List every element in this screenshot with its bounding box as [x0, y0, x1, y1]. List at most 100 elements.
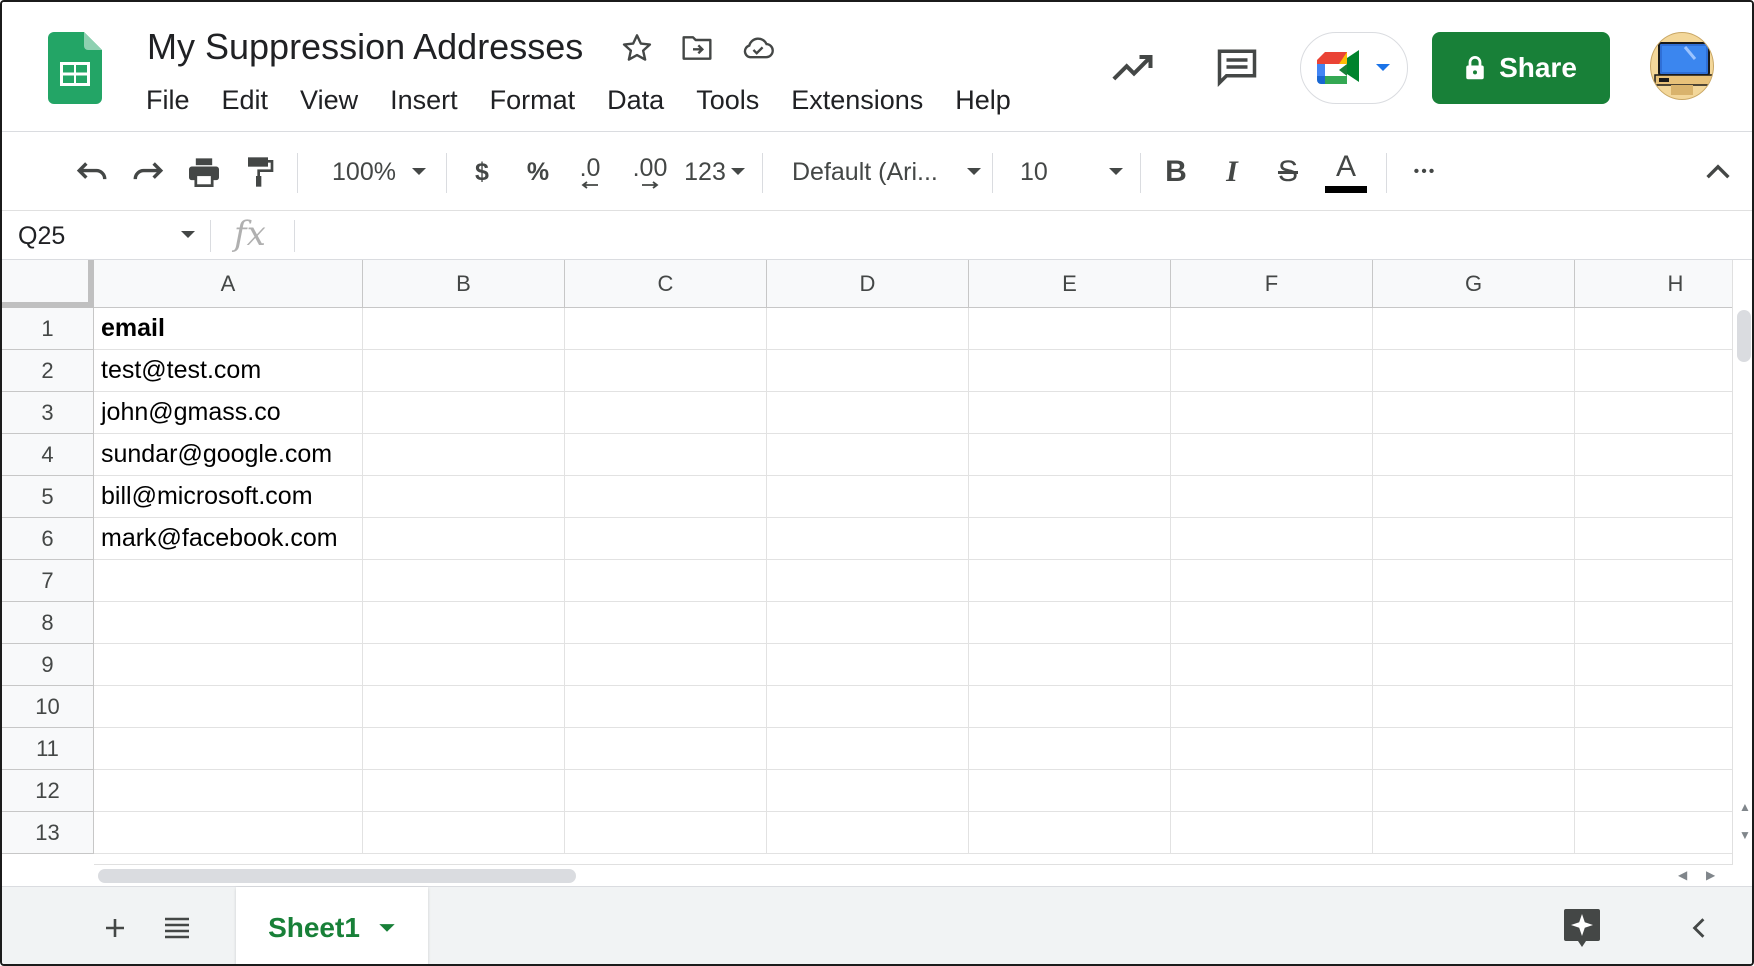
cell-c7[interactable]	[565, 560, 767, 602]
column-header-b[interactable]: B	[363, 260, 565, 308]
cell-d12[interactable]	[767, 770, 969, 812]
cell-h12[interactable]	[1575, 770, 1732, 812]
currency-format-button[interactable]: $	[462, 133, 502, 211]
cell-b11[interactable]	[363, 728, 565, 770]
cell-b2[interactable]	[363, 350, 565, 392]
cell-f1[interactable]	[1171, 308, 1373, 350]
cell-g13[interactable]	[1373, 812, 1575, 854]
menu-insert[interactable]: Insert	[374, 85, 474, 116]
cell-b5[interactable]	[363, 476, 565, 518]
print-icon[interactable]	[182, 133, 226, 211]
decrease-decimal-button[interactable]: .0	[568, 133, 612, 211]
cell-c12[interactable]	[565, 770, 767, 812]
column-header-d[interactable]: D	[767, 260, 969, 308]
cell-a7[interactable]	[94, 560, 363, 602]
row-header-4[interactable]: 4	[2, 434, 94, 476]
cell-h13[interactable]	[1575, 812, 1732, 854]
menu-file[interactable]: File	[130, 85, 206, 116]
cell-a2[interactable]: test@test.com	[94, 350, 363, 392]
cell-f5[interactable]	[1171, 476, 1373, 518]
cell-b13[interactable]	[363, 812, 565, 854]
activity-trend-icon[interactable]	[1108, 46, 1160, 90]
font-size-select[interactable]: 10	[1020, 133, 1124, 211]
add-sheet-icon[interactable]	[98, 911, 132, 945]
cell-a13[interactable]	[94, 812, 363, 854]
cell-g8[interactable]	[1373, 602, 1575, 644]
row-header-12[interactable]: 12	[2, 770, 94, 812]
cell-g11[interactable]	[1373, 728, 1575, 770]
cell-g5[interactable]	[1373, 476, 1575, 518]
move-folder-icon[interactable]	[677, 28, 717, 68]
cell-c13[interactable]	[565, 812, 767, 854]
cell-e8[interactable]	[969, 602, 1171, 644]
cell-c4[interactable]	[565, 434, 767, 476]
cell-c11[interactable]	[565, 728, 767, 770]
cell-g7[interactable]	[1373, 560, 1575, 602]
cloud-saved-icon[interactable]	[738, 28, 778, 68]
menu-data[interactable]: Data	[591, 85, 680, 116]
cell-g1[interactable]	[1373, 308, 1575, 350]
cell-b8[interactable]	[363, 602, 565, 644]
vertical-scrollbar[interactable]: ▲ ▼	[1732, 260, 1752, 865]
cell-g12[interactable]	[1373, 770, 1575, 812]
cell-g9[interactable]	[1373, 644, 1575, 686]
side-panel-toggle-icon[interactable]	[1686, 915, 1712, 941]
cell-b6[interactable]	[363, 518, 565, 560]
cell-h1[interactable]	[1575, 308, 1732, 350]
cell-g10[interactable]	[1373, 686, 1575, 728]
cell-f2[interactable]	[1171, 350, 1373, 392]
column-header-f[interactable]: F	[1171, 260, 1373, 308]
cell-c10[interactable]	[565, 686, 767, 728]
row-header-9[interactable]: 9	[2, 644, 94, 686]
cell-e12[interactable]	[969, 770, 1171, 812]
cell-e6[interactable]	[969, 518, 1171, 560]
cell-c1[interactable]	[565, 308, 767, 350]
all-sheets-icon[interactable]	[160, 911, 194, 945]
cell-f9[interactable]	[1171, 644, 1373, 686]
horizontal-scrollbar[interactable]: ◀ ▶	[94, 864, 1732, 886]
comments-icon[interactable]	[1212, 42, 1262, 92]
cell-d13[interactable]	[767, 812, 969, 854]
cell-b12[interactable]	[363, 770, 565, 812]
chevron-down-icon[interactable]	[378, 923, 396, 934]
percent-format-button[interactable]: %	[518, 133, 558, 211]
zoom-chevron-icon[interactable]	[406, 133, 432, 211]
row-header-11[interactable]: 11	[2, 728, 94, 770]
row-header-7[interactable]: 7	[2, 560, 94, 602]
star-icon[interactable]	[617, 28, 657, 68]
cell-h6[interactable]	[1575, 518, 1732, 560]
cell-e13[interactable]	[969, 812, 1171, 854]
cell-f11[interactable]	[1171, 728, 1373, 770]
row-header-10[interactable]: 10	[2, 686, 94, 728]
cell-g4[interactable]	[1373, 434, 1575, 476]
cell-e3[interactable]	[969, 392, 1171, 434]
cell-b10[interactable]	[363, 686, 565, 728]
menu-view[interactable]: View	[284, 85, 374, 116]
cell-b4[interactable]	[363, 434, 565, 476]
menu-format[interactable]: Format	[474, 85, 592, 116]
menu-edit[interactable]: Edit	[206, 85, 285, 116]
undo-icon[interactable]	[70, 133, 114, 211]
cell-f4[interactable]	[1171, 434, 1373, 476]
cell-a5[interactable]: bill@microsoft.com	[94, 476, 363, 518]
text-color-button[interactable]: A	[1322, 133, 1370, 211]
document-title[interactable]: My Suppression Addresses	[147, 26, 583, 68]
cell-d1[interactable]	[767, 308, 969, 350]
bold-button[interactable]: B	[1156, 133, 1196, 211]
more-options-button[interactable]: •••	[1402, 133, 1448, 211]
row-header-1[interactable]: 1	[2, 308, 94, 350]
horizontal-scroll-thumb[interactable]	[98, 869, 576, 883]
meet-button[interactable]	[1300, 32, 1408, 104]
cell-c2[interactable]	[565, 350, 767, 392]
cell-c6[interactable]	[565, 518, 767, 560]
cell-h8[interactable]	[1575, 602, 1732, 644]
cell-d5[interactable]	[767, 476, 969, 518]
cell-f13[interactable]	[1171, 812, 1373, 854]
collapse-toolbar-icon[interactable]	[1698, 133, 1738, 211]
redo-icon[interactable]	[126, 133, 170, 211]
cell-e9[interactable]	[969, 644, 1171, 686]
column-header-c[interactable]: C	[565, 260, 767, 308]
row-header-8[interactable]: 8	[2, 602, 94, 644]
cell-g3[interactable]	[1373, 392, 1575, 434]
cell-e10[interactable]	[969, 686, 1171, 728]
